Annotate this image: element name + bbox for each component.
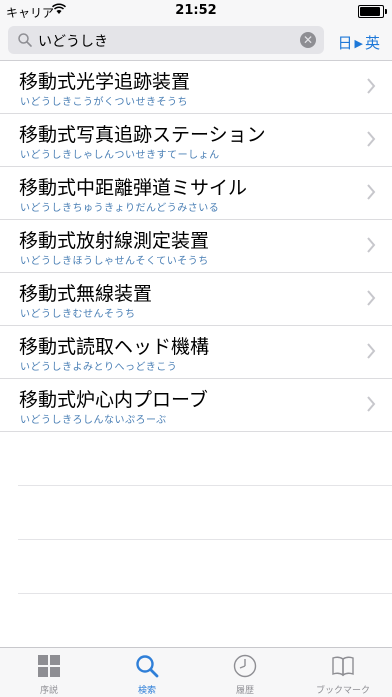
entry-reading: いどうしきろしんないぷろーぶ [20,415,167,426]
tab-label: 履歴 [235,686,254,696]
arrow-right-icon: ▶ [354,37,363,50]
search-bar: いどうしき ✕ 日 ▶ 英 [0,22,392,61]
tab-label: ブックマーク [315,686,370,696]
status-bar: キャリア 21:52 [0,0,392,22]
clock-icon [233,654,257,678]
list-item[interactable]: 移動式中距離弾道ミサイル いどうしきちゅうきょりだんどうみさいる [0,167,392,220]
tab-search[interactable]: 検索 [98,648,196,697]
list-item[interactable]: 移動式放射線測定装置 いどうしきほうしゃせんそくていそうち [0,220,392,273]
chevron-right-icon [367,396,376,412]
status-time: 21:52 [175,3,217,18]
list-item[interactable]: 移動式炉心内プローブ いどうしきろしんないぷろーぶ [0,379,392,432]
chevron-right-icon [367,290,376,306]
results-list: 移動式光学追跡装置 いどうしきこうがくついせきそうち 移動式写真追跡ステーション… [0,61,392,648]
tab-label: 序説 [39,686,58,696]
entry-title: 移動式写真追跡ステーション [19,124,266,146]
language-toggle-button[interactable]: 日 ▶ 英 [338,32,381,53]
search-icon [136,655,159,678]
entry-title: 移動式光学追跡装置 [19,71,191,93]
entry-title: 移動式中距離弾道ミサイル [19,177,248,199]
entry-title: 移動式炉心内プローブ [19,389,208,411]
tab-bookmarks[interactable]: ブックマーク [294,648,392,697]
tab-bar: 序説 検索 履歴 ブックマーク [0,647,392,697]
chevron-right-icon [367,131,376,147]
empty-row [18,486,392,540]
entry-reading: いどうしきむせんそうち [20,309,136,320]
entry-title: 移動式読取ヘッド機構 [19,336,210,358]
list-item[interactable]: 移動式光学追跡装置 いどうしきこうがくついせきそうち [0,61,392,114]
entry-reading: いどうしきしゃしんついせきすてーしょん [20,150,220,161]
chevron-right-icon [367,237,376,253]
entry-reading: いどうしきよみとりへっどきこう [20,362,178,373]
grid-icon [38,655,60,677]
tab-label: 検索 [137,686,156,696]
chevron-right-icon [367,184,376,200]
list-item[interactable]: 移動式読取ヘッド機構 いどうしきよみとりへっどきこう [0,326,392,379]
list-item[interactable]: 移動式無線装置 いどうしきむせんそうち [0,273,392,326]
clear-icon[interactable]: ✕ [300,32,316,48]
entry-reading: いどうしきほうしゃせんそくていそうち [20,256,209,267]
battery-icon [358,5,387,18]
list-item[interactable]: 移動式写真追跡ステーション いどうしきしゃしんついせきすてーしょん [0,114,392,167]
empty-row [18,594,392,648]
entry-title: 移動式無線装置 [19,283,153,305]
tab-introduction[interactable]: 序説 [0,648,98,697]
entry-reading: いどうしきちゅうきょりだんどうみさいる [20,203,220,214]
entry-reading: いどうしきこうがくついせきそうち [20,97,188,108]
search-icon [18,33,32,47]
chevron-right-icon [367,78,376,94]
search-value[interactable]: いどうしき [38,31,108,51]
lang-to-label: 英 [364,34,380,52]
empty-row [18,432,392,486]
entry-title: 移動式放射線測定装置 [19,230,210,252]
chevron-right-icon [367,343,376,359]
empty-row [18,540,392,594]
search-input[interactable]: いどうしき ✕ [8,26,324,54]
lang-from-label: 日 [337,34,353,52]
tab-history[interactable]: 履歴 [196,648,294,697]
book-icon [332,656,354,677]
